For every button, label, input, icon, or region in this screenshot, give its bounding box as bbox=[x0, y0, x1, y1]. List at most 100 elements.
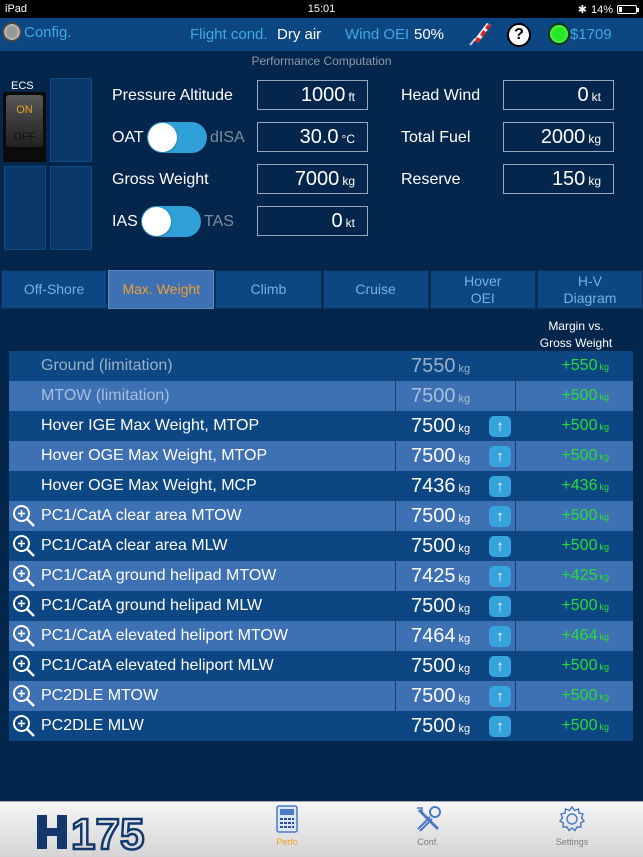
help-button[interactable]: ? bbox=[507, 23, 531, 47]
tab-conf-label: Conf. bbox=[417, 837, 439, 847]
tab-conf[interactable]: Conf. bbox=[388, 805, 468, 847]
tab-perfo-label: Perfo bbox=[276, 837, 298, 847]
zoom-in-icon[interactable] bbox=[12, 714, 36, 738]
zoom-in-icon[interactable] bbox=[12, 564, 36, 588]
row-value-cell: 7500 kg ↑ bbox=[395, 531, 515, 561]
apply-weight-button[interactable]: ↑ bbox=[489, 686, 511, 707]
zoom-in-icon[interactable] bbox=[12, 684, 36, 708]
toggle-knob bbox=[148, 123, 177, 152]
apply-weight-button[interactable]: ↑ bbox=[489, 416, 511, 437]
row-value-unit: kg bbox=[458, 603, 471, 615]
tab-settings[interactable]: Settings bbox=[532, 805, 612, 847]
tab-max-weight[interactable]: Max. Weight bbox=[108, 270, 215, 309]
oat-field[interactable]: 30.0 °C bbox=[257, 122, 368, 152]
reserve-value: 150 bbox=[551, 168, 586, 190]
tab-cruise[interactable]: Cruise bbox=[322, 270, 429, 309]
row-margin: +550 bbox=[561, 357, 598, 374]
status-code[interactable]: $1709 bbox=[570, 26, 612, 43]
connection-status-icon[interactable] bbox=[548, 23, 570, 45]
head-wind-field[interactable]: 0 kt bbox=[503, 80, 614, 110]
apply-weight-button[interactable]: ↑ bbox=[489, 716, 511, 737]
windsock-icon[interactable] bbox=[467, 21, 493, 47]
row-margin: +464 bbox=[561, 627, 598, 644]
table-row[interactable]: PC1/CatA elevated heliport MTOW 7464 kg ↑ +4… bbox=[9, 621, 633, 651]
apply-weight-button[interactable]: ↑ bbox=[489, 656, 511, 677]
row-margin: +436 bbox=[561, 477, 598, 494]
apply-weight-button[interactable]: ↑ bbox=[489, 596, 511, 617]
tab-climb[interactable]: Climb bbox=[215, 270, 322, 309]
total-fuel-field[interactable]: 2000 kg bbox=[503, 122, 614, 152]
row-margin-cell: +500 kg bbox=[515, 441, 633, 471]
reserve-label: Reserve bbox=[401, 171, 461, 188]
ias-value: 0 bbox=[331, 210, 343, 232]
apply-weight-button[interactable]: ↑ bbox=[489, 566, 511, 587]
apply-weight-button[interactable]: ↑ bbox=[489, 476, 511, 497]
table-row[interactable]: PC1/CatA elevated heliport MLW 7500 kg ↑ +50… bbox=[9, 651, 633, 681]
flight-cond-value[interactable]: Dry air bbox=[277, 26, 321, 43]
table-row[interactable]: Hover IGE Max Weight, MTOP 7500 kg ↑ +500 kg bbox=[9, 411, 633, 441]
row-margin: +500 bbox=[561, 387, 598, 404]
table-row[interactable]: PC1/CatA ground helipad MLW 7500 kg ↑ +500 kg bbox=[9, 591, 633, 621]
table-row[interactable]: Ground (limitation) 7550 kg +550 kg bbox=[9, 351, 633, 381]
gross-weight-label: Gross Weight bbox=[112, 171, 209, 188]
apply-weight-button[interactable]: ↑ bbox=[489, 446, 511, 467]
wind-oei-label[interactable]: Wind OEI bbox=[345, 26, 409, 43]
zoom-in-icon[interactable] bbox=[12, 624, 36, 648]
row-name-cell: PC1/CatA ground helipad MLW bbox=[9, 591, 395, 621]
svg-text:175: 175 bbox=[71, 812, 144, 852]
ecs-switch[interactable]: ON OFF bbox=[3, 92, 46, 162]
total-fuel-unit: kg bbox=[588, 132, 601, 146]
oat-disa-toggle[interactable] bbox=[147, 122, 207, 153]
row-margin-unit: kg bbox=[599, 422, 609, 432]
max-weight-table: Ground (limitation) 7550 kg +550 kg MTOW (lim… bbox=[9, 351, 633, 741]
tab-off-shore[interactable]: Off-Shore bbox=[1, 270, 108, 309]
reserve-field[interactable]: 150 kg bbox=[503, 164, 614, 194]
pressure-altitude-field[interactable]: 1000 ft bbox=[257, 80, 368, 110]
ecs-rocker[interactable]: ON OFF bbox=[6, 95, 43, 147]
zoom-in-icon[interactable] bbox=[12, 594, 36, 618]
row-value-unit: kg bbox=[458, 723, 471, 735]
table-row[interactable]: PC2DLE MLW 7500 kg ↑ +500 kg bbox=[9, 711, 633, 741]
apply-weight-button[interactable]: ↑ bbox=[489, 536, 511, 557]
config-button[interactable]: Config. bbox=[2, 22, 72, 42]
row-value-cell: 7500 kg ↑ bbox=[395, 651, 515, 681]
ias-unit: kt bbox=[345, 216, 355, 230]
apply-weight-button[interactable]: ↑ bbox=[489, 506, 511, 527]
gross-weight-field[interactable]: 7000 kg bbox=[257, 164, 368, 194]
flight-cond-label[interactable]: Flight cond. bbox=[190, 26, 268, 43]
row-value-cell: 7464 kg ↑ bbox=[395, 621, 515, 651]
ias-tas-toggle[interactable] bbox=[141, 206, 201, 237]
arrow-up-icon: ↑ bbox=[496, 568, 504, 585]
table-row[interactable]: Hover OGE Max Weight, MCP 7436 kg ↑ +436 kg bbox=[9, 471, 633, 501]
row-name: PC2DLE MLW bbox=[41, 717, 144, 734]
row-value: 7500 bbox=[411, 445, 456, 467]
tab-perfo[interactable]: Perfo bbox=[247, 805, 327, 847]
tab-h-v-diagram[interactable]: H-V Diagram bbox=[536, 270, 643, 309]
zoom-in-icon[interactable] bbox=[12, 534, 36, 558]
wind-oei-value[interactable]: 50% bbox=[414, 26, 444, 43]
zoom-in-icon[interactable] bbox=[12, 654, 36, 678]
row-margin-cell: +500 kg bbox=[515, 711, 633, 741]
row-margin-unit: kg bbox=[599, 362, 609, 372]
total-fuel-label: Total Fuel bbox=[401, 129, 471, 146]
table-row[interactable]: PC1/CatA ground helipad MTOW 7425 kg ↑ +425 k… bbox=[9, 561, 633, 591]
arrow-up-icon: ↑ bbox=[496, 508, 504, 525]
row-margin-unit: kg bbox=[599, 482, 609, 492]
config-status-icon bbox=[2, 22, 22, 42]
table-row[interactable]: Hover OGE Max Weight, MTOP 7500 kg ↑ +500 kg bbox=[9, 441, 633, 471]
arrow-up-icon: ↑ bbox=[496, 718, 504, 735]
oat-value: 30.0 bbox=[299, 126, 339, 148]
table-row[interactable]: PC1/CatA clear area MTOW 7500 kg ↑ +500 kg bbox=[9, 501, 633, 531]
table-row[interactable]: PC2DLE MTOW 7500 kg ↑ +500 kg bbox=[9, 681, 633, 711]
table-row[interactable]: PC1/CatA clear area MLW 7500 kg ↑ +500 kg bbox=[9, 531, 633, 561]
row-name: PC1/CatA ground helipad MTOW bbox=[41, 567, 277, 584]
zoom-in-icon[interactable] bbox=[12, 504, 36, 528]
arrow-up-icon: ↑ bbox=[496, 628, 504, 645]
apply-weight-button[interactable]: ↑ bbox=[489, 626, 511, 647]
pressure-altitude-unit: ft bbox=[348, 90, 355, 104]
tab-hover-oei[interactable]: Hover OEI bbox=[429, 270, 536, 309]
row-value-unit: kg bbox=[458, 423, 471, 435]
ias-field[interactable]: 0 kt bbox=[257, 206, 368, 236]
table-row[interactable]: MTOW (limitation) 7500 kg +500 kg bbox=[9, 381, 633, 411]
pressure-altitude-label: Pressure Altitude bbox=[112, 87, 233, 104]
